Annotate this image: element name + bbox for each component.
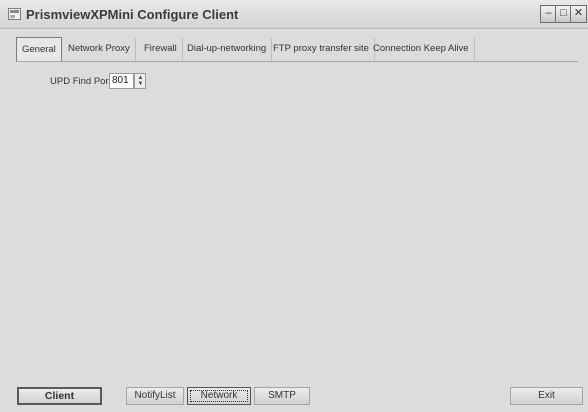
smtp-button[interactable]: SMTP — [254, 387, 310, 405]
upd-find-port-input[interactable]: 801 — [109, 73, 134, 89]
tab-connection-keep-alive[interactable]: Connection Keep Alive — [368, 38, 475, 60]
focus-ring — [190, 390, 248, 402]
upd-find-port-label: UPD Find Port: — [50, 76, 114, 87]
main-window: PrismviewXPMini Configure Client – □ ✕ G… — [0, 0, 588, 412]
tab-general[interactable]: General — [16, 37, 62, 62]
tab-strip: General Network Proxy Firewall Dial-up-n… — [16, 37, 576, 62]
title-bar[interactable]: PrismviewXPMini Configure Client – □ ✕ — [0, 0, 588, 29]
tab-dial-up-networking[interactable]: Dial-up-networking — [182, 38, 273, 60]
notifylist-button[interactable]: NotifyList — [126, 387, 184, 405]
app-window-icon — [8, 8, 21, 20]
close-button[interactable]: ✕ — [570, 5, 587, 23]
tab-firewall[interactable]: Firewall — [139, 38, 183, 60]
down-arrow-icon[interactable]: ▼ — [136, 81, 145, 87]
exit-button[interactable]: Exit — [510, 387, 583, 405]
tab-divider — [16, 61, 578, 62]
network-button[interactable]: Network — [187, 387, 251, 405]
port-spinner[interactable]: ▲ ▼ — [134, 73, 146, 89]
window-title: PrismviewXPMini Configure Client — [26, 7, 239, 22]
tab-ftp-proxy-transfer-site[interactable]: FTP proxy transfer site — [268, 38, 375, 60]
client-button[interactable]: Client — [17, 387, 102, 405]
tab-network-proxy[interactable]: Network Proxy — [63, 38, 136, 60]
